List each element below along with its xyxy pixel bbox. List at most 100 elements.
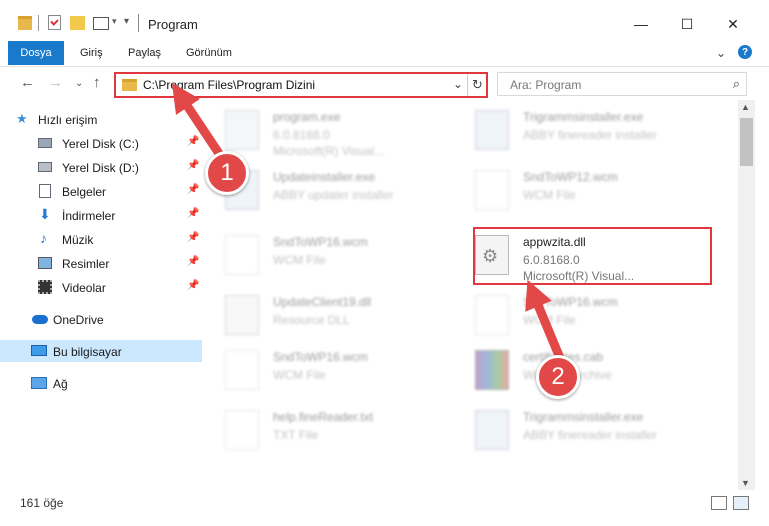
search-input[interactable]: Ara: Program ⌕ (497, 72, 747, 96)
file-list: program.exe 6.0.8168.0 Microsoft(R) Visu… (203, 100, 753, 490)
documents-icon (39, 184, 51, 198)
sidebar-item-label: Bu bilgisayar (53, 345, 122, 359)
videos-icon (38, 280, 52, 294)
maximize-button[interactable]: ☐ (664, 10, 710, 38)
file-item[interactable]: SndToWP16.wcm WCM File (203, 225, 443, 281)
sidebar-item-network[interactable]: Ağ (0, 372, 202, 394)
refresh-icon[interactable]: ↻ (467, 74, 487, 96)
back-arrow-icon[interactable]: ← (20, 74, 35, 91)
new-folder-icon[interactable] (70, 16, 85, 30)
document-file-icon (475, 170, 509, 210)
tab-home[interactable]: Giriş (80, 47, 103, 59)
search-icon[interactable]: ⌕ (733, 76, 740, 92)
file-item[interactable]: SndToWP12.wcm WCM File (453, 160, 693, 216)
scroll-down-icon[interactable]: ▼ (741, 478, 750, 488)
navigation-pane: ★ Hızlı erişim Yerel Disk (C:) 📌 Yerel D… (0, 100, 202, 490)
sidebar-item-pictures[interactable]: Resimler 📌 (0, 252, 202, 274)
file-detail: WCM File (273, 368, 326, 382)
tab-share[interactable]: Paylaş (128, 47, 161, 59)
large-icons-view-icon[interactable] (733, 496, 749, 510)
sidebar-item-onedrive[interactable]: OneDrive (0, 308, 202, 330)
folder-icon (122, 79, 137, 91)
star-icon: ★ (16, 111, 28, 126)
minimize-button[interactable]: — (618, 10, 664, 38)
qat-separator (38, 15, 39, 31)
address-bar[interactable]: C:\Program Files\Program Dizini ⌄ ↻ (114, 72, 488, 98)
scroll-thumb[interactable] (740, 118, 753, 166)
pin-icon[interactable]: 📌 (187, 136, 199, 147)
address-path[interactable]: C:\Program Files\Program Dizini (143, 78, 315, 92)
file-detail: ABBY updater installer (273, 188, 394, 202)
pin-icon[interactable]: 📌 (187, 280, 199, 291)
installer-file-icon (475, 110, 509, 150)
dll-gear-icon (225, 295, 259, 335)
file-item[interactable]: SndToWP16.wcm WCM File (203, 340, 443, 396)
pin-icon[interactable]: 📌 (187, 256, 199, 267)
chevron-down-icon[interactable]: ⌄ (453, 77, 463, 91)
file-name: SndToWP12.wcm (523, 170, 618, 184)
computer-icon (31, 345, 47, 356)
recent-locations-icon[interactable]: ⌄ (75, 78, 83, 89)
sidebar-item-downloads[interactable]: ⬇ İndirmeler 📌 (0, 204, 202, 226)
file-detail: WCM File (523, 313, 576, 327)
title-separator (138, 14, 139, 32)
close-button[interactable]: ✕ (710, 10, 756, 38)
sidebar-item-videos[interactable]: Videolar 📌 (0, 276, 202, 298)
properties-icon[interactable] (48, 15, 61, 30)
file-item[interactable]: Trigrammsinstaller.exe ABBY finereader i… (453, 400, 693, 456)
file-item[interactable]: UpdateClient19.dll Resource DLL (203, 285, 443, 341)
tab-file[interactable]: Dosya (8, 41, 64, 65)
text-file-icon (225, 410, 259, 450)
view-options-icon[interactable] (93, 17, 109, 30)
sidebar-item-label: Yerel Disk (D:) (62, 161, 139, 175)
file-detail: WCM File (273, 253, 326, 267)
sidebar-item-label: Yerel Disk (C:) (62, 137, 139, 151)
pin-icon[interactable]: 📌 (187, 160, 199, 171)
file-detail: WCM File (523, 188, 576, 202)
scroll-up-icon[interactable]: ▲ (741, 102, 750, 112)
file-name: SndToWP16.wcm (273, 235, 368, 249)
download-icon: ⬇ (39, 206, 51, 222)
vertical-scrollbar[interactable]: ▲ ▼ (738, 100, 755, 490)
file-name: Updateinstaller.exe (273, 170, 376, 184)
details-view-icon[interactable] (711, 496, 727, 510)
help-icon[interactable]: ? (738, 45, 752, 59)
file-detail: Resource DLL (273, 313, 350, 327)
customize-qat-icon[interactable]: ▾ (124, 16, 129, 32)
search-placeholder: Ara: Program (510, 78, 582, 92)
expand-ribbon-icon[interactable]: ⌄ (716, 46, 726, 60)
file-item[interactable]: Trigrammsinstaller.exe ABBY finereader i… (453, 100, 693, 156)
pin-icon[interactable]: 📌 (187, 184, 199, 195)
file-item[interactable]: program.exe 6.0.8168.0 Microsoft(R) Visu… (203, 100, 443, 158)
sidebar-item-documents[interactable]: Belgeler 📌 (0, 180, 202, 202)
file-name: program.exe (273, 110, 341, 124)
navigation-bar: ← → ⌄ ↑ C:\Program Files\Program Dizini … (0, 66, 769, 100)
sidebar-item-local-disk-c[interactable]: Yerel Disk (C:) 📌 (0, 132, 202, 154)
forward-arrow-icon[interactable]: → (48, 74, 63, 91)
pictures-icon (38, 257, 52, 269)
chevron-down-icon[interactable]: ▾ (112, 16, 117, 32)
sidebar-item-label: OneDrive (53, 313, 104, 327)
archive-file-icon (475, 350, 509, 390)
sidebar-item-label: Videolar (62, 281, 106, 295)
sidebar-item-label: Hızlı erişim (38, 113, 98, 127)
step-badge-2: 2 (536, 355, 580, 399)
tab-view[interactable]: Görünüm (186, 47, 232, 59)
sidebar-item-local-disk-d[interactable]: Yerel Disk (D:) 📌 (0, 156, 202, 178)
sidebar-item-quick-access[interactable]: ★ Hızlı erişim (0, 108, 202, 130)
file-item[interactable]: help.fineReader.txt TXT File (203, 400, 443, 456)
sidebar-item-this-pc[interactable]: Bu bilgisayar (0, 340, 202, 362)
exe-file-icon (225, 110, 259, 150)
file-item[interactable]: SndToWP16.wcm WCM File (453, 285, 693, 341)
pin-icon[interactable]: 📌 (187, 232, 199, 243)
folder-icon (18, 16, 32, 30)
pin-icon[interactable]: 📌 (187, 208, 199, 219)
file-name: Trigrammsinstaller.exe (523, 410, 644, 424)
status-bar: 161 öğe (0, 490, 769, 526)
file-detail: ABBY finereader installer (523, 128, 657, 142)
sidebar-item-music[interactable]: ♪ Müzik 📌 (0, 228, 202, 250)
drive-icon (38, 138, 52, 148)
up-arrow-icon[interactable]: ↑ (93, 74, 101, 91)
music-icon: ♪ (40, 230, 47, 246)
file-detail: Microsoft(R) Visual... (273, 144, 385, 158)
